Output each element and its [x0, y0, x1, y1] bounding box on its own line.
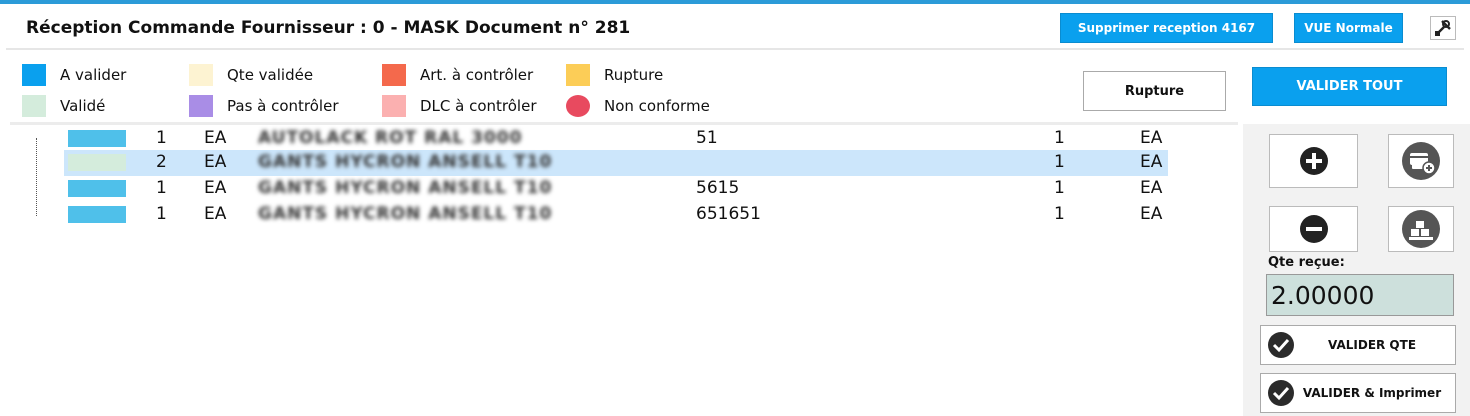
row-unit: EA [204, 128, 227, 148]
validate-all-button[interactable]: VALIDER TOUT [1252, 67, 1447, 106]
row-qty: 2 [156, 152, 167, 172]
table-row[interactable]: 2 EA GANTS HYCRON ANSELL T10 1 EA [64, 150, 1168, 176]
row-designation: GANTS HYCRON ANSELL T10 [258, 152, 553, 172]
view-normal-button[interactable]: VUE Normale [1294, 13, 1403, 43]
row-qty: 1 [156, 204, 167, 224]
row-reference: 5615 [696, 178, 740, 198]
tools-button[interactable] [1430, 16, 1456, 40]
divider [10, 122, 1238, 125]
check-circle-icon [1268, 332, 1294, 358]
delete-reception-button[interactable]: Supprimer reception 4167 [1060, 13, 1273, 43]
legend-item: Pas à contrôler [189, 95, 339, 117]
row-designation: AUTOLACK ROT RAL 3000 [258, 128, 523, 148]
legend-label: Non conforme [604, 97, 710, 115]
row-unit-received: EA [1140, 204, 1163, 224]
legend-swatch [22, 95, 46, 117]
row-qty-received: 1 [1054, 152, 1065, 172]
status-legend: A valider Validé Qte validée Pas à contr… [0, 56, 760, 120]
pallet-boxes-icon [1402, 210, 1440, 248]
row-qty: 1 [156, 178, 167, 198]
legend-swatch [189, 64, 213, 86]
legend-label: Pas à contrôler [227, 97, 339, 115]
validate-print-button[interactable]: VALIDER & Imprimer [1260, 373, 1456, 413]
row-designation: GANTS HYCRON ANSELL T10 [258, 204, 553, 224]
legend-item: Non conforme [566, 95, 710, 117]
legend-item: Rupture [566, 64, 663, 86]
row-unit: EA [204, 204, 227, 224]
legend-swatch [22, 64, 46, 86]
legend-swatch [189, 95, 213, 117]
check-circle-icon [1268, 380, 1294, 406]
row-unit: EA [204, 178, 227, 198]
legend-item: Qte validée [189, 64, 313, 86]
qty-received-input[interactable]: 2.00000 [1266, 274, 1454, 316]
tools-icon [1435, 20, 1451, 36]
add-payment-button[interactable] [1388, 134, 1454, 188]
validate-print-label: VALIDER & Imprimer [1302, 386, 1442, 400]
row-reference: 651651 [696, 204, 761, 224]
row-status-indicator [68, 154, 126, 171]
row-qty: 1 [156, 128, 167, 148]
validate-qty-button[interactable]: VALIDER QTE [1260, 325, 1456, 365]
page-title: Réception Commande Fournisseur : 0 - MAS… [26, 18, 631, 38]
legend-swatch [566, 64, 590, 86]
row-unit-received: EA [1140, 178, 1163, 198]
row-unit: EA [204, 152, 227, 172]
legend-label: A valider [60, 66, 127, 84]
row-unit-received: EA [1140, 128, 1163, 148]
increase-qty-button[interactable] [1269, 134, 1358, 188]
legend-swatch [382, 95, 406, 117]
table-row[interactable]: 1 EA AUTOLACK ROT RAL 3000 51 1 EA [64, 126, 1168, 152]
legend-item: DLC à contrôler [382, 95, 537, 117]
legend-label: Rupture [604, 66, 664, 84]
legend-label: DLC à contrôler [420, 97, 537, 115]
legend-item: Art. à contrôler [382, 64, 533, 86]
pallet-button[interactable] [1388, 206, 1454, 252]
legend-swatch [382, 64, 406, 86]
row-qty-received: 1 [1054, 204, 1065, 224]
minus-icon [1299, 215, 1328, 243]
legend-label: Validé [60, 97, 106, 115]
tree-connector [36, 138, 37, 216]
legend-item: Validé [22, 95, 105, 117]
top-accent-line [0, 0, 1470, 4]
row-reference: 51 [696, 128, 718, 148]
card-add-icon [1402, 142, 1440, 180]
legend-label: Qte validée [227, 66, 314, 84]
row-designation: GANTS HYCRON ANSELL T10 [258, 178, 553, 198]
legend-label: Art. à contrôler [420, 66, 534, 84]
table-row[interactable]: 1 EA GANTS HYCRON ANSELL T10 5615 1 EA [64, 176, 1168, 202]
row-status-indicator [68, 130, 126, 147]
validate-qty-label: VALIDER QTE [1327, 338, 1417, 352]
reception-lines-list: 1 EA AUTOLACK ROT RAL 3000 51 1 EA 2 EA … [10, 126, 1240, 416]
row-qty-received: 1 [1054, 128, 1065, 148]
plus-icon [1299, 147, 1328, 175]
row-status-indicator [68, 206, 126, 223]
row-status-indicator [68, 180, 126, 197]
qty-received-label: Qte reçue: [1268, 255, 1345, 270]
legend-swatch [566, 95, 590, 117]
rupture-button[interactable]: Rupture [1083, 71, 1226, 111]
row-qty-received: 1 [1054, 178, 1065, 198]
table-row[interactable]: 1 EA GANTS HYCRON ANSELL T10 651651 1 EA [64, 202, 1168, 228]
decrease-qty-button[interactable] [1269, 206, 1358, 252]
row-unit-received: EA [1140, 152, 1163, 172]
legend-item: A valider [22, 64, 126, 86]
